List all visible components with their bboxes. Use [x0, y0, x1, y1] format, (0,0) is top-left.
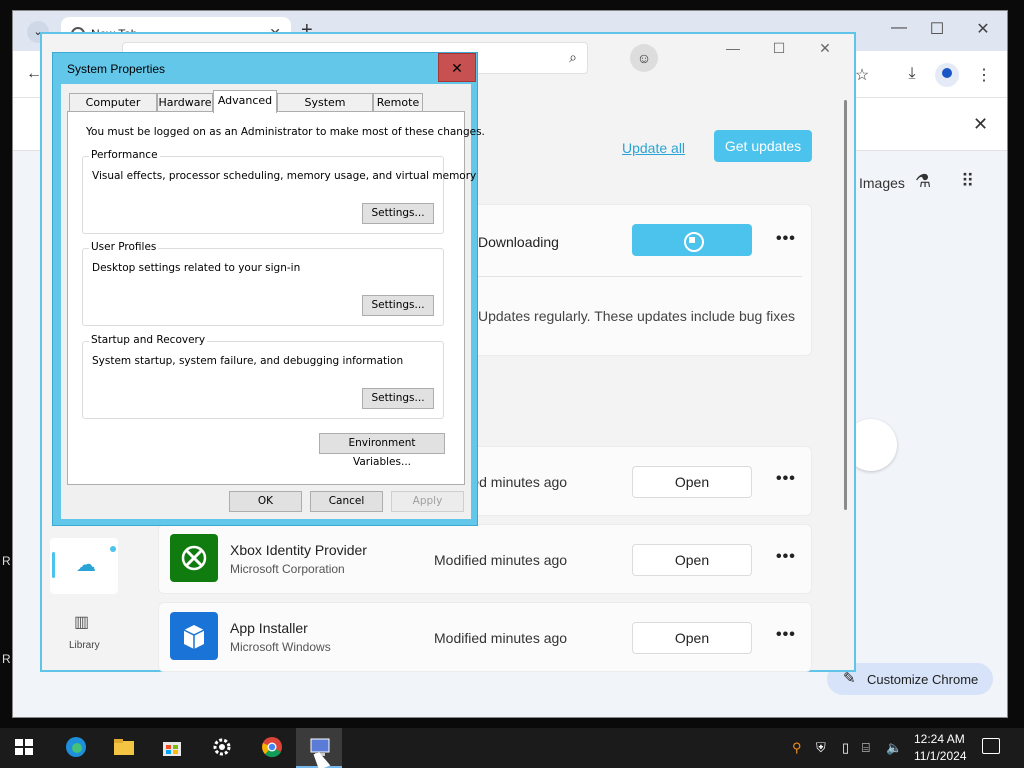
- apply-button[interactable]: Apply: [391, 491, 464, 512]
- get-updates-button[interactable]: Get updates: [714, 130, 812, 162]
- tab-system-protection[interactable]: System Protection: [277, 93, 373, 126]
- app-installer-icon: [170, 612, 218, 660]
- tab-advanced[interactable]: Advanced: [213, 90, 277, 113]
- tab-computer-name[interactable]: Computer Name: [69, 93, 157, 126]
- open-button[interactable]: Open: [632, 622, 752, 654]
- app-publisher: Microsoft Corporation: [230, 562, 345, 576]
- store-minimize-icon[interactable]: —: [722, 40, 744, 56]
- edge-icon: [66, 737, 86, 757]
- user-profiles-group: User Profiles Desktop settings related t…: [82, 241, 444, 326]
- search-key-icon[interactable]: ⚲: [792, 740, 802, 756]
- search-icon[interactable]: ⌕: [569, 49, 577, 66]
- customize-chrome-label: Customize Chrome: [867, 672, 979, 687]
- clock-date[interactable]: 11/1/2024: [914, 749, 967, 763]
- clock-time[interactable]: 12:24 AM: [914, 732, 965, 746]
- app-modified-text: Modified minutes ago: [434, 552, 568, 568]
- user-profiles-settings-button[interactable]: Settings...: [362, 295, 434, 316]
- divider: [472, 276, 802, 277]
- desktop-icon-label: R: [2, 554, 11, 568]
- stop-download-button[interactable]: [632, 224, 752, 256]
- update-description: Updates regularly. These updates include…: [478, 308, 796, 324]
- app-modified-text: Modified minutes ago: [434, 630, 568, 646]
- chrome-icon: [262, 737, 282, 758]
- taskbar: ⚲ ⛨ ▯ ⌸ 🔈 12:24 AM 11/1/2024: [0, 728, 1024, 768]
- notifications-icon[interactable]: [982, 738, 1000, 754]
- desktop-icon-label: R: [2, 652, 11, 666]
- settings-gear-icon: [213, 738, 231, 756]
- taskbar-store[interactable]: [148, 728, 194, 768]
- tab-remote[interactable]: Remote: [373, 93, 423, 112]
- images-link[interactable]: Images: [859, 175, 905, 191]
- infobar-close-icon[interactable]: ✕: [973, 114, 988, 135]
- usb-device-icon[interactable]: ▯: [842, 740, 849, 756]
- update-all-link[interactable]: Update all: [622, 140, 685, 156]
- store-close-icon[interactable]: ✕: [814, 40, 836, 57]
- cloud-download-icon: ☁: [76, 554, 96, 576]
- download-icon[interactable]: ⤓: [901, 65, 923, 83]
- xbox-app-icon: [170, 534, 218, 582]
- windows-logo-icon: [15, 739, 33, 755]
- app-name: App Installer: [230, 620, 308, 636]
- store-scrollbar[interactable]: [844, 100, 847, 510]
- folder-icon: [114, 739, 134, 755]
- nav-downloads[interactable]: ☁: [50, 538, 118, 594]
- download-status: Downloading: [478, 234, 559, 250]
- library-icon[interactable]: ▥: [74, 612, 89, 632]
- taskbar-edge[interactable]: [52, 728, 98, 768]
- environment-variables-button[interactable]: Environment Variables...: [319, 433, 445, 468]
- close-icon[interactable]: ✕: [971, 19, 995, 39]
- more-options-icon[interactable]: •••: [776, 548, 796, 566]
- store-bag-icon: [163, 742, 181, 756]
- nav-library-label[interactable]: Library: [69, 640, 100, 651]
- maximize-icon[interactable]: ☐: [925, 19, 949, 39]
- store-account-icon[interactable]: ☺: [630, 44, 658, 72]
- system-properties-dialog: System Properties ✕ Computer Name Hardwa…: [52, 52, 485, 526]
- performance-group: Performance Visual effects, processor sc…: [82, 149, 476, 234]
- startup-recovery-group: Startup and Recovery System startup, sys…: [82, 334, 444, 419]
- advanced-tab-panel: You must be logged on as an Administrato…: [67, 111, 485, 485]
- open-button[interactable]: Open: [632, 466, 752, 498]
- group-description: System startup, system failure, and debu…: [92, 355, 404, 367]
- labs-flask-icon[interactable]: ⚗: [915, 171, 931, 192]
- store-maximize-icon[interactable]: ☐: [768, 40, 790, 57]
- startup-recovery-settings-button[interactable]: Settings...: [362, 388, 434, 409]
- taskbar-chrome[interactable]: [248, 728, 294, 768]
- group-title: User Profiles: [89, 241, 159, 253]
- start-button[interactable]: [0, 728, 46, 768]
- more-options-icon[interactable]: •••: [776, 626, 796, 644]
- minimize-icon[interactable]: —: [887, 19, 911, 37]
- cancel-button[interactable]: Cancel: [310, 491, 383, 512]
- app-publisher: Microsoft Windows: [230, 640, 331, 654]
- performance-settings-button[interactable]: Settings...: [362, 203, 434, 224]
- taskbar-settings[interactable]: [198, 728, 244, 768]
- nav-selected-indicator: [52, 552, 55, 578]
- admin-note: You must be logged on as an Administrato…: [86, 126, 485, 138]
- ok-button[interactable]: OK: [229, 491, 302, 512]
- app-name: Xbox Identity Provider: [230, 542, 367, 558]
- group-description: Visual effects, processor scheduling, me…: [92, 170, 477, 182]
- group-description: Desktop settings related to your sign-in: [92, 262, 301, 274]
- profile-avatar-icon[interactable]: [935, 63, 959, 87]
- menu-kebab-icon[interactable]: ⋮: [973, 65, 995, 85]
- group-title: Startup and Recovery: [89, 334, 208, 346]
- apps-grid-icon[interactable]: ⠿: [961, 171, 974, 192]
- dialog-title: System Properties: [67, 62, 166, 76]
- volume-muted-icon[interactable]: 🔈: [886, 740, 902, 756]
- group-title: Performance: [89, 149, 160, 161]
- open-button[interactable]: Open: [632, 544, 752, 576]
- update-badge: [110, 546, 116, 552]
- taskbar-file-explorer[interactable]: [100, 728, 146, 768]
- security-shield-icon[interactable]: ⛨: [816, 740, 826, 756]
- dialog-close-button[interactable]: ✕: [438, 53, 476, 82]
- network-icon[interactable]: ⌸: [862, 740, 870, 756]
- more-options-icon[interactable]: •••: [776, 470, 796, 488]
- dialog-body: Computer Name Hardware Advanced System P…: [61, 84, 485, 519]
- tab-hardware[interactable]: Hardware: [157, 93, 213, 112]
- more-options-icon[interactable]: •••: [776, 230, 796, 248]
